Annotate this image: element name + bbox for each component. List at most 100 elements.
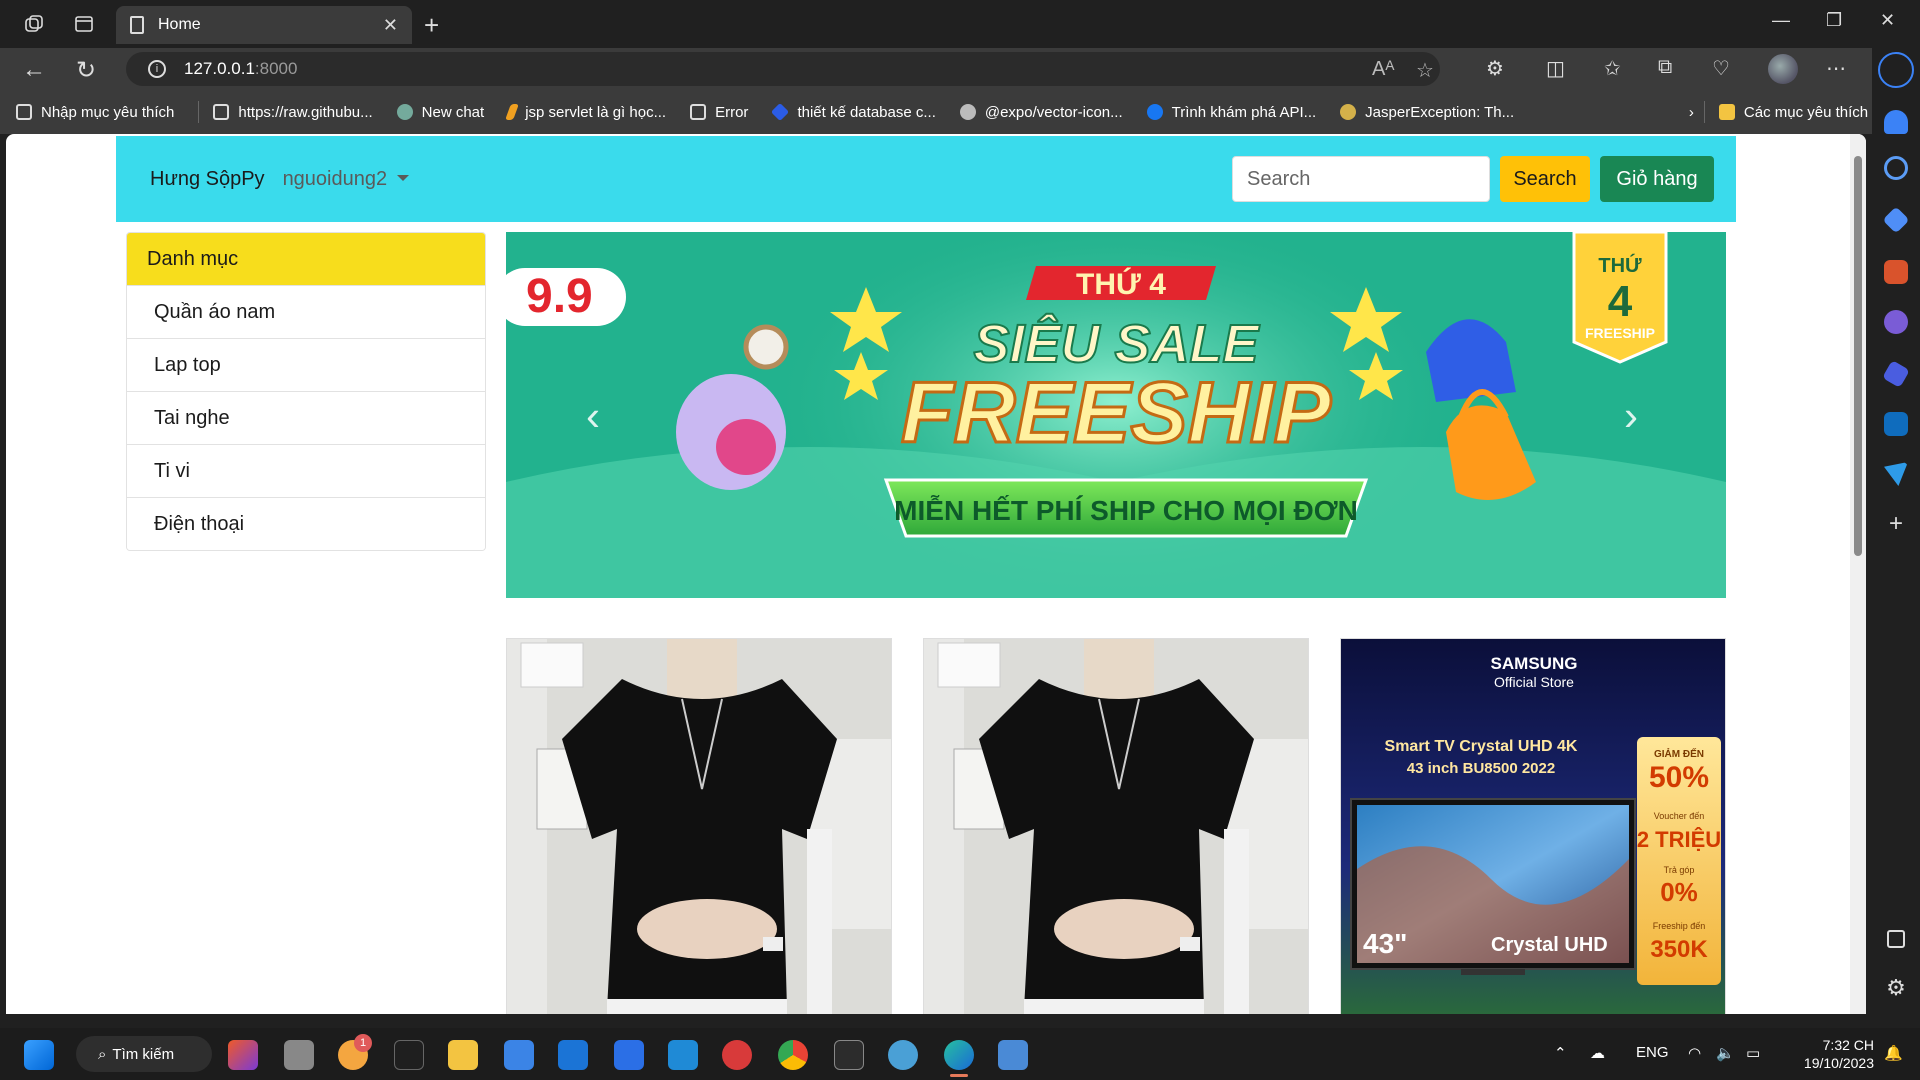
bookmark-item[interactable]: New chat	[396, 104, 484, 121]
category-item[interactable]: Ti vi	[127, 444, 485, 497]
caret-down-icon	[397, 174, 410, 181]
shopping-tag-icon[interactable]	[1882, 206, 1910, 234]
more-menu-icon[interactable]: ⋯	[1826, 56, 1846, 81]
carousel-prev-icon[interactable]: ‹	[586, 392, 600, 440]
minimize-icon[interactable]: —	[1772, 10, 1790, 31]
bookmark-item[interactable]: JasperException: Th...	[1340, 104, 1514, 121]
tomcat-icon	[1340, 104, 1357, 120]
product-card[interactable]	[506, 638, 892, 1014]
bookmark-item[interactable]: Error	[690, 104, 748, 121]
terminal-icon[interactable]	[834, 1040, 864, 1070]
workspaces-icon[interactable]	[22, 12, 46, 36]
promo-big: 2 TRIỆU	[1637, 827, 1721, 852]
chevron-up-icon[interactable]: ⌃	[1554, 1044, 1567, 1062]
search-icon[interactable]	[1884, 156, 1908, 180]
notification-bell-icon[interactable]: 🔔	[1884, 1044, 1903, 1062]
back-icon[interactable]: ←	[22, 56, 46, 84]
notion-icon[interactable]	[394, 1040, 424, 1070]
page-viewport: Hưng SộpPy nguoidung2 Search Giỏ hàng Da…	[6, 134, 1866, 1014]
add-icon[interactable]: +	[1884, 512, 1908, 536]
product-card[interactable]	[923, 638, 1309, 1014]
edge-icon[interactable]	[944, 1040, 974, 1070]
close-tab-icon[interactable]: ✕	[383, 15, 398, 36]
games-icon[interactable]	[1884, 310, 1908, 334]
bing-copilot-icon[interactable]	[1878, 52, 1914, 88]
refresh-icon[interactable]: ↻	[76, 56, 96, 85]
collections-icon[interactable]: ⧉	[1658, 56, 1672, 79]
site-info-icon[interactable]: i	[148, 60, 166, 78]
category-item[interactable]: Điện thoại	[127, 497, 485, 550]
divider	[1703, 101, 1705, 123]
site-navbar: Hưng SộpPy nguoidung2 Search Giỏ hàng	[116, 136, 1736, 222]
clock-date: 19/10/2023	[1803, 1055, 1874, 1071]
promo-small: GIẢM ĐẾN	[1654, 747, 1704, 760]
outlook-icon[interactable]	[1884, 412, 1908, 436]
tv-store: Official Store	[1494, 674, 1574, 690]
split-screen-icon[interactable]: ◫	[1546, 56, 1565, 81]
onedrive-icon[interactable]: ☁	[1590, 1044, 1605, 1062]
bookmark-item[interactable]: Trình khám phá API...	[1146, 104, 1316, 121]
favorites-icon[interactable]: ✩	[1604, 56, 1621, 81]
tab-home[interactable]: Home ✕	[116, 6, 412, 44]
system-clock[interactable]: 7:32 CH 19/10/2023	[1786, 1036, 1874, 1072]
battery-icon[interactable]: ▭	[1746, 1044, 1760, 1062]
settings-gear-icon[interactable]: ⚙	[1884, 976, 1908, 1000]
notepad-icon[interactable]	[504, 1040, 534, 1070]
category-item[interactable]: Tai nghe	[127, 391, 485, 444]
hide-sidebar-icon[interactable]	[1887, 930, 1905, 948]
product-card[interactable]: SAMSUNG Official Store Smart TV Crystal …	[1340, 638, 1726, 1014]
bookmark-item[interactable]: https://raw.githubu...	[213, 104, 373, 121]
file-explorer-icon[interactable]	[448, 1040, 478, 1070]
bookmark-item[interactable]: Nhập mục yêu thích	[16, 104, 174, 121]
vscode-icon[interactable]	[668, 1040, 698, 1070]
url-field[interactable]: i 127.0.0.1 :8000 Aᴬ ☆	[126, 52, 1440, 86]
promo-small: Voucher đến	[1654, 811, 1705, 821]
language-indicator[interactable]: ENG	[1636, 1044, 1669, 1061]
wps-icon[interactable]	[614, 1040, 644, 1070]
scrollbar-thumb[interactable]	[1854, 156, 1862, 556]
chevron-right-icon[interactable]: ›	[1689, 104, 1694, 121]
search-input[interactable]	[1232, 156, 1490, 202]
paint-icon[interactable]	[888, 1040, 918, 1070]
notifications-icon[interactable]	[1884, 110, 1908, 134]
maximize-icon[interactable]: ❐	[1826, 10, 1842, 31]
microsoft-365-icon[interactable]	[1882, 360, 1910, 388]
drop-icon[interactable]	[1884, 462, 1908, 486]
divider	[198, 101, 200, 123]
browser-essentials-icon[interactable]: ♡	[1712, 56, 1730, 81]
brand-link[interactable]: Hưng SộpPy	[150, 168, 265, 191]
taskbar-search[interactable]: ⌕ Tìm kiếm	[76, 1036, 212, 1072]
close-window-icon[interactable]: ✕	[1880, 10, 1895, 31]
bookmark-item[interactable]: thiết kế database c...	[771, 102, 936, 122]
task-view-icon[interactable]	[284, 1040, 314, 1070]
tab-title: Home	[158, 16, 201, 33]
copilot-icon[interactable]	[228, 1040, 258, 1070]
extensions-icon[interactable]: ⚙	[1486, 56, 1504, 81]
page-scrollbar[interactable]	[1850, 134, 1866, 1014]
bookmark-item[interactable]: @expo/vector-icon...	[959, 104, 1123, 121]
tools-icon[interactable]	[1884, 260, 1908, 284]
cart-button[interactable]: Giỏ hàng	[1600, 156, 1714, 202]
carousel-next-icon[interactable]: ›	[1624, 392, 1638, 440]
profile-avatar[interactable]	[1768, 54, 1798, 84]
active-app-indicator	[950, 1074, 968, 1077]
mysql-workbench-icon[interactable]	[998, 1040, 1028, 1070]
tab-actions-icon[interactable]	[72, 12, 96, 36]
chrome-icon[interactable]	[778, 1040, 808, 1070]
tv-brand: SAMSUNG	[1491, 654, 1578, 673]
wifi-icon[interactable]: ◠	[1688, 1044, 1701, 1062]
category-item[interactable]: Lap top	[127, 338, 485, 391]
volume-icon[interactable]: 🔈	[1716, 1044, 1735, 1062]
edge-sidebar: + ⚙	[1872, 48, 1920, 1028]
mail-icon[interactable]	[558, 1040, 588, 1070]
promo-big: 50%	[1649, 761, 1709, 794]
favorite-star-icon[interactable]: ☆	[1416, 58, 1434, 83]
apache-netbeans-icon[interactable]	[722, 1040, 752, 1070]
new-tab-icon[interactable]: +	[424, 10, 439, 41]
read-aloud-icon[interactable]: Aᴬ	[1372, 58, 1394, 81]
search-button[interactable]: Search	[1500, 156, 1590, 202]
bookmark-item[interactable]: jsp servlet là gì học...	[505, 104, 666, 121]
user-dropdown[interactable]: nguoidung2	[283, 168, 410, 191]
windows-start-icon[interactable]	[24, 1040, 54, 1070]
category-item[interactable]: Quần áo nam	[127, 285, 485, 338]
